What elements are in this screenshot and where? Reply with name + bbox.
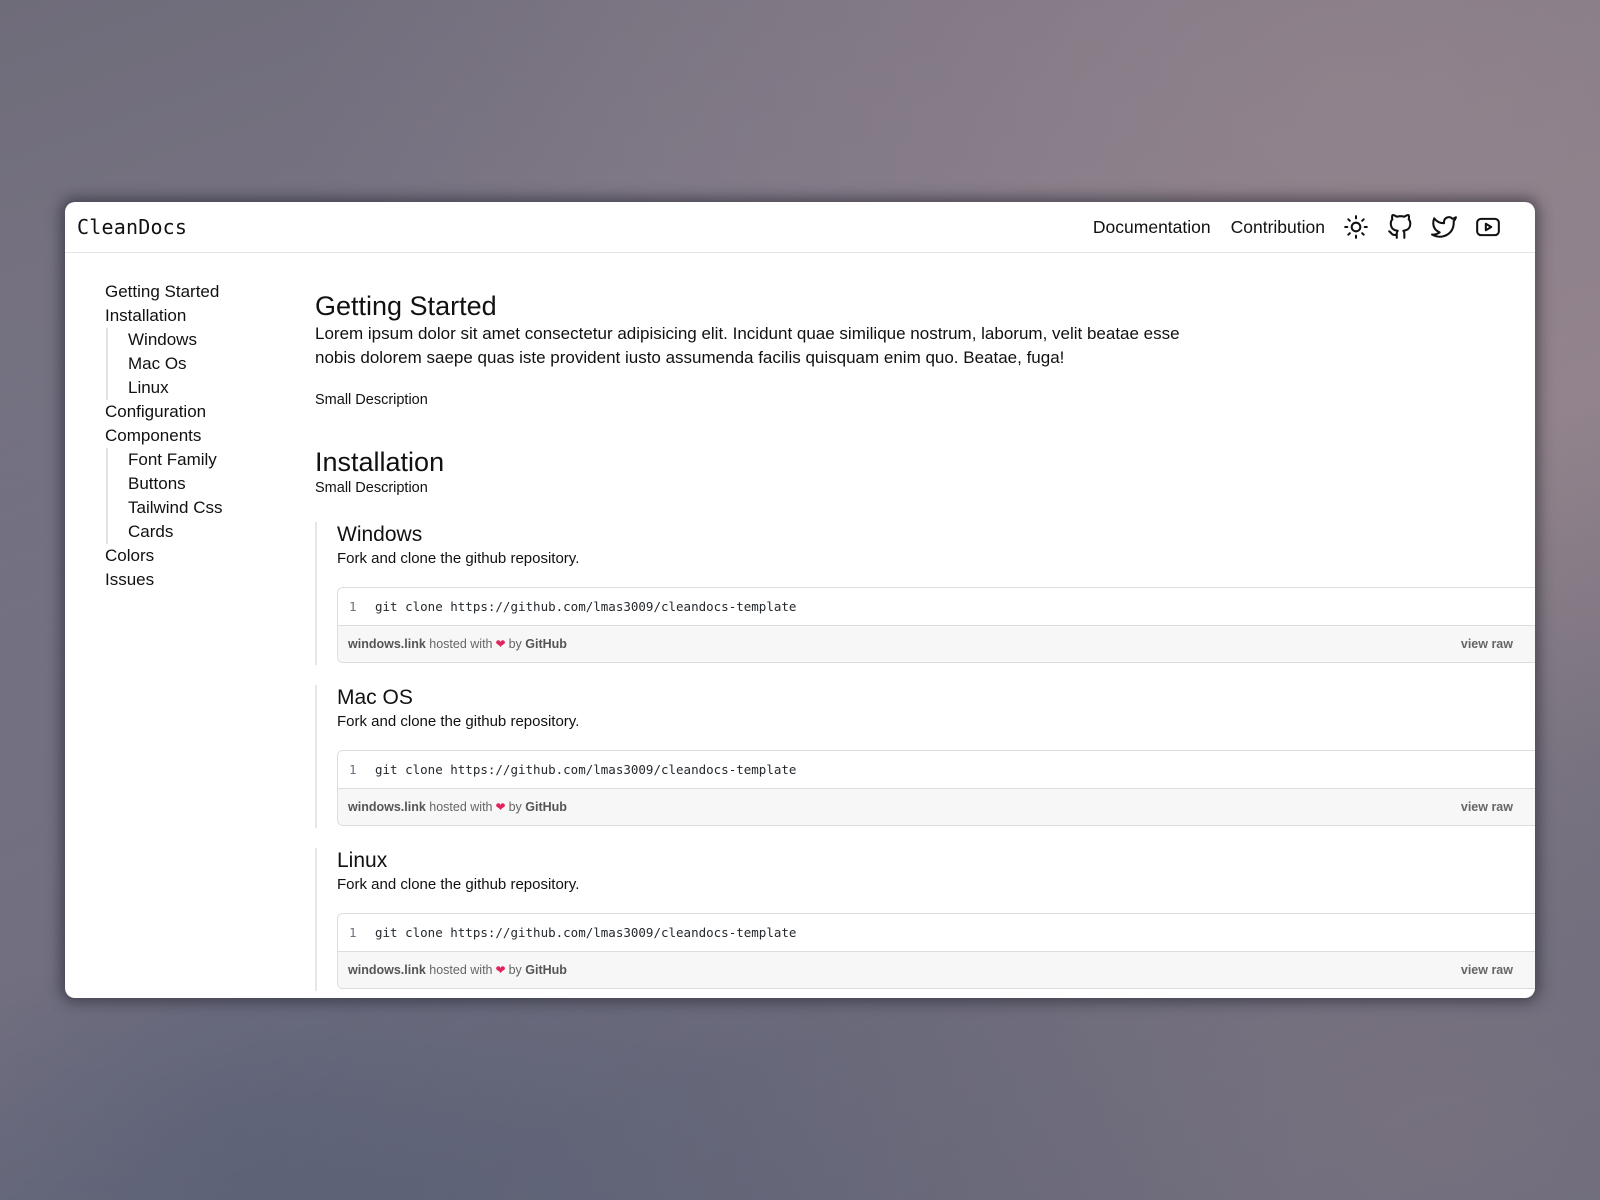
code-gist-linux: 1 git clone https://github.com/lmas3009/… [337,913,1535,989]
mac-os-heading: Mac OS [337,686,413,709]
nav-links: Documentation Contribution [1093,202,1501,252]
subsection-mac-os: Mac OS Fork and clone the github reposit… [315,685,1535,828]
subsection-windows: Windows Fork and clone the github reposi… [315,522,1535,665]
sidebar-item-issues[interactable]: Issues [105,568,305,592]
code-line: 1 git clone https://github.com/lmas3009/… [338,751,1535,789]
view-raw-link[interactable]: view raw [1461,963,1513,977]
sidebar-group-installation: Windows Mac Os Linux [106,328,305,400]
windows-heading: Windows [337,523,423,546]
sidebar-item-cards[interactable]: Cards [128,520,305,544]
linux-description: Fork and clone the github repository. [337,876,580,893]
docs-content: Getting Started Lorem ipsum dolor sit am… [315,290,1535,991]
gist-file-link[interactable]: windows.link [348,637,426,651]
installation-small-description: Small Description [315,480,428,496]
github-icon[interactable] [1387,214,1413,240]
mac-os-description: Fork and clone the github repository. [337,713,580,730]
sidebar-item-getting-started[interactable]: Getting Started [105,280,305,304]
installation-heading: Installation [315,447,445,477]
line-number: 1 [349,925,357,940]
section-getting-started: Getting Started Lorem ipsum dolor sit am… [315,290,1535,410]
gist-hosted-text: hosted with [429,963,493,977]
sidebar-item-configuration[interactable]: Configuration [105,400,305,424]
gist-github-link[interactable]: GitHub [525,963,567,977]
line-number: 1 [349,762,357,777]
linux-heading: Linux [337,849,388,872]
sidebar-item-colors[interactable]: Colors [105,544,305,568]
sidebar-group-components: Font Family Buttons Tailwind Css Cards [106,448,305,544]
code-text[interactable]: git clone https://github.com/lmas3009/cl… [375,925,796,940]
code-gist-mac-os: 1 git clone https://github.com/lmas3009/… [337,750,1535,826]
gist-hosted-text: hosted with [429,800,493,814]
sidebar-item-linux[interactable]: Linux [128,376,305,400]
code-line: 1 git clone https://github.com/lmas3009/… [338,914,1535,952]
gist-footer: windows.link hosted with ❤ by GitHub vie… [338,952,1535,988]
gist-footer: windows.link hosted with ❤ by GitHub vie… [338,626,1535,662]
sidebar-item-font-family[interactable]: Font Family [128,448,305,472]
gist-by-text: by [508,963,522,977]
heart-icon: ❤ [495,637,506,651]
windows-description: Fork and clone the github repository. [337,550,580,567]
code-line: 1 git clone https://github.com/lmas3009/… [338,588,1535,626]
code-gist-windows: 1 git clone https://github.com/lmas3009/… [337,587,1535,663]
heart-icon: ❤ [495,800,506,814]
youtube-icon[interactable] [1475,214,1501,240]
getting-started-heading: Getting Started [315,291,497,321]
code-text[interactable]: git clone https://github.com/lmas3009/cl… [375,762,796,777]
sidebar-item-components[interactable]: Components [105,424,305,448]
subsection-linux: Linux Fork and clone the github reposito… [315,848,1535,991]
gist-footer: windows.link hosted with ❤ by GitHub vie… [338,789,1535,825]
nav-contribution-link[interactable]: Contribution [1231,217,1325,238]
line-number: 1 [349,599,357,614]
gist-hosted-text: hosted with [429,637,493,651]
section-installation: Installation Small Description Windows F… [315,446,1535,991]
site-logo[interactable]: CleanDocs [77,215,187,239]
gist-by-text: by [508,637,522,651]
browser-window: CleanDocs Documentation Contribution Get… [65,202,1535,998]
sidebar-item-installation[interactable]: Installation [105,304,305,328]
sidebar-item-tailwind-css[interactable]: Tailwind Css [128,496,305,520]
top-navbar: CleanDocs Documentation Contribution [65,202,1535,253]
docs-sidebar: Getting Started Installation Windows Mac… [105,280,305,592]
gist-file-link[interactable]: windows.link [348,963,426,977]
getting-started-body: Lorem ipsum dolor sit amet consectetur a… [315,324,1180,367]
getting-started-small-description: Small Description [315,392,428,408]
sun-icon[interactable] [1343,214,1369,240]
heart-icon: ❤ [495,963,506,977]
view-raw-link[interactable]: view raw [1461,800,1513,814]
sidebar-item-windows[interactable]: Windows [128,328,305,352]
twitter-icon[interactable] [1431,214,1457,240]
sidebar-item-mac-os[interactable]: Mac Os [128,352,305,376]
gist-github-link[interactable]: GitHub [525,637,567,651]
nav-documentation-link[interactable]: Documentation [1093,217,1211,238]
sidebar-item-buttons[interactable]: Buttons [128,472,305,496]
code-text[interactable]: git clone https://github.com/lmas3009/cl… [375,599,796,614]
gist-github-link[interactable]: GitHub [525,800,567,814]
view-raw-link[interactable]: view raw [1461,637,1513,651]
gist-by-text: by [508,800,522,814]
gist-file-link[interactable]: windows.link [348,800,426,814]
